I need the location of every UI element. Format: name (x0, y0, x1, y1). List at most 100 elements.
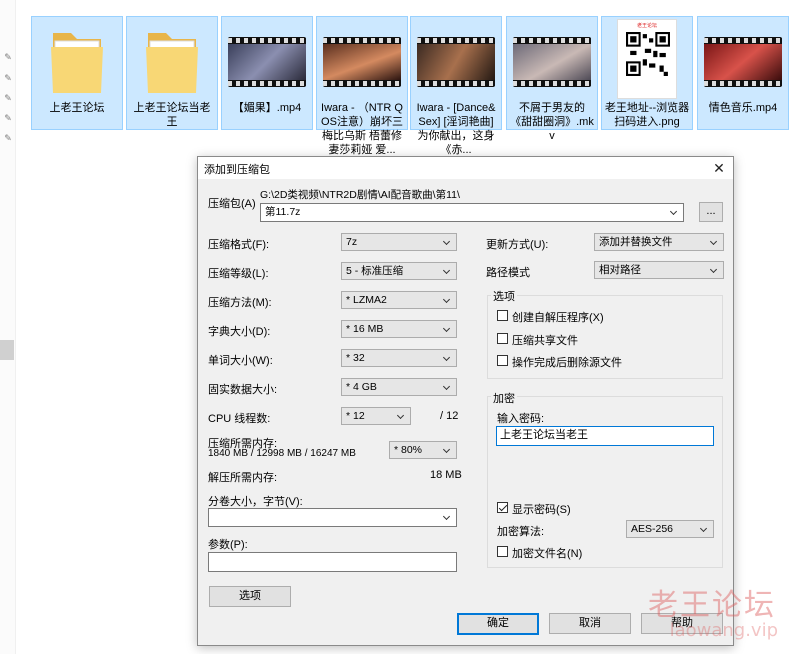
shared-checkbox[interactable] (497, 333, 508, 344)
dialog-title: 添加到压缩包 (204, 164, 270, 176)
ok-button[interactable]: 确定 (457, 613, 539, 635)
pin-icon[interactable]: ✎ (3, 113, 13, 123)
solid-select[interactable]: * 4 GB (341, 378, 457, 396)
split-label: 分卷大小，字节(V): (208, 496, 303, 508)
file-item-video[interactable]: Iwara - （NTR QOS注意）崩坏三 梅比乌斯 梧蕾修 妻莎莉娅 爱..… (316, 16, 408, 156)
chevron-down-icon (710, 262, 720, 278)
chevron-down-icon[interactable] (443, 509, 453, 525)
show-password-checkbox[interactable] (497, 502, 508, 513)
pin-icon[interactable]: ✎ (3, 133, 13, 143)
pin-icon[interactable]: ✎ (3, 93, 13, 103)
video-thumbnail (417, 37, 495, 87)
chevron-down-icon (443, 442, 453, 458)
chevron-down-icon (443, 292, 453, 308)
solid-label: 固实数据大小: (208, 384, 278, 396)
file-name: 【媚果】.mp4 (232, 102, 302, 114)
video-thumbnail (228, 37, 306, 87)
dict-label: 字典大小(D): (208, 326, 271, 338)
encrypt-names-checkbox[interactable] (497, 546, 508, 557)
archive-label: 压缩包(A) (208, 198, 256, 210)
enc-method-value: AES-256 (631, 523, 674, 535)
archive-path: G:\2D类视频\NTR2D剧情\AI配音歌曲\第11\ (260, 189, 460, 201)
mem-comp-detail: 1840 MB / 12998 MB / 16247 MB (208, 448, 356, 459)
file-item-folder[interactable]: 上老王论坛 (31, 16, 123, 130)
dialog-titlebar[interactable]: 添加到压缩包 ✕ (198, 157, 733, 179)
enc-method-label: 加密算法: (497, 526, 545, 538)
sfx-label[interactable]: 创建自解压程序(X) (512, 309, 604, 325)
password-label: 输入密码: (497, 413, 545, 425)
word-label: 单词大小(W): (208, 355, 273, 367)
params-label: 参数(P): (208, 539, 248, 551)
level-value: 5 - 标准压缩 (346, 265, 404, 277)
pin-icon[interactable]: ✎ (3, 73, 13, 83)
shared-label[interactable]: 压缩共享文件 (512, 332, 578, 348)
method-label: 压缩方法(M): (208, 297, 272, 309)
close-icon[interactable]: ✕ (709, 158, 729, 178)
delete-source-label[interactable]: 操作完成后删除源文件 (512, 354, 622, 370)
format-select[interactable]: 7z (341, 233, 457, 251)
file-name: 不屑于男友的《甜甜圈洞》.mkv (510, 102, 594, 142)
path-label: 路径模式 (486, 267, 530, 279)
show-password-label[interactable]: 显示密码(S) (512, 501, 571, 517)
enc-method-select[interactable]: AES-256 (626, 520, 714, 538)
format-value: 7z (346, 236, 358, 248)
pin-icon[interactable]: ✎ (3, 52, 13, 62)
browse-button[interactable]: ... (699, 202, 723, 222)
chevron-down-icon (443, 263, 453, 279)
params-input[interactable] (208, 552, 457, 572)
sfx-checkbox[interactable] (497, 310, 508, 321)
level-select[interactable]: 5 - 标准压缩 (341, 262, 457, 280)
file-name: 上老王论坛 (49, 102, 105, 114)
dict-select[interactable]: * 16 MB (341, 320, 457, 338)
file-item-image[interactable]: 老王论坛 老王地址--浏览器扫码进入.png (601, 16, 693, 130)
chevron-down-icon (443, 234, 453, 250)
word-value: * 32 (346, 352, 365, 364)
chevron-down-icon (397, 408, 407, 424)
file-name: 老王地址--浏览器扫码进入.png (604, 102, 690, 128)
cancel-button[interactable]: 取消 (549, 613, 631, 634)
mem-percent-select[interactable]: * 80% (389, 441, 457, 459)
file-item-video[interactable]: 情色音乐.mp4 (697, 16, 789, 130)
nav-scroll-marker (0, 340, 14, 360)
options-button[interactable]: 选项 (209, 586, 291, 607)
delete-source-checkbox[interactable] (497, 355, 508, 366)
path-select[interactable]: 相对路径 (594, 261, 724, 279)
password-input[interactable]: 上老王论坛当老王 (496, 426, 714, 446)
watermark-text: 老王论坛 (648, 588, 776, 623)
encrypt-names-label[interactable]: 加密文件名(N) (512, 545, 582, 561)
watermark-url: laowang.vip (669, 620, 778, 641)
cpu-total: / 12 (440, 410, 459, 422)
file-item-video[interactable]: Iwara - [Dance&Sex] [淫词艳曲] 为你献出，这身《赤... (410, 16, 502, 156)
mem-decomp-label: 解压所需内存: (208, 472, 278, 484)
archive-name-value: 第11.7z (265, 206, 301, 218)
update-label: 更新方式(U): (486, 239, 549, 251)
cpu-value: * 12 (346, 410, 365, 422)
video-thumbnail (323, 37, 401, 87)
video-thumbnail (704, 37, 782, 87)
file-name: Iwara - （NTR QOS注意）崩坏三 梅比乌斯 梧蕾修 妻莎莉娅 爱..… (321, 102, 403, 156)
mem-percent-value: * 80% (394, 444, 423, 456)
split-size-combo[interactable] (208, 508, 457, 527)
method-value: * LZMA2 (346, 294, 387, 306)
chevron-down-icon (710, 234, 720, 250)
chevron-down-icon (443, 321, 453, 337)
dict-value: * 16 MB (346, 323, 384, 335)
archive-name-combo[interactable]: 第11.7z (260, 203, 684, 222)
chevron-down-icon[interactable] (670, 204, 680, 220)
method-select[interactable]: * LZMA2 (341, 291, 457, 309)
file-item-video[interactable]: 【媚果】.mp4 (221, 16, 313, 130)
file-name: 上老王论坛当老王 (133, 102, 211, 128)
navigation-pane: ✎ ✎ ✎ ✎ ✎ (0, 0, 16, 654)
word-select[interactable]: * 32 (341, 349, 457, 367)
cpu-select[interactable]: * 12 (341, 407, 411, 425)
chevron-down-icon (443, 350, 453, 366)
file-item-folder[interactable]: 上老王论坛当老王 (126, 16, 218, 130)
file-name: Iwara - [Dance&Sex] [淫词艳曲] 为你献出，这身《赤... (416, 102, 496, 156)
encryption-group-title: 加密 (491, 390, 517, 406)
file-item-video[interactable]: 不屑于男友的《甜甜圈洞》.mkv (506, 16, 598, 142)
cpu-label: CPU 线程数: (208, 413, 271, 425)
mem-decomp-value: 18 MB (430, 469, 462, 481)
update-select[interactable]: 添加并替换文件 (594, 233, 724, 251)
chevron-down-icon (700, 521, 710, 537)
solid-value: * 4 GB (346, 381, 377, 393)
